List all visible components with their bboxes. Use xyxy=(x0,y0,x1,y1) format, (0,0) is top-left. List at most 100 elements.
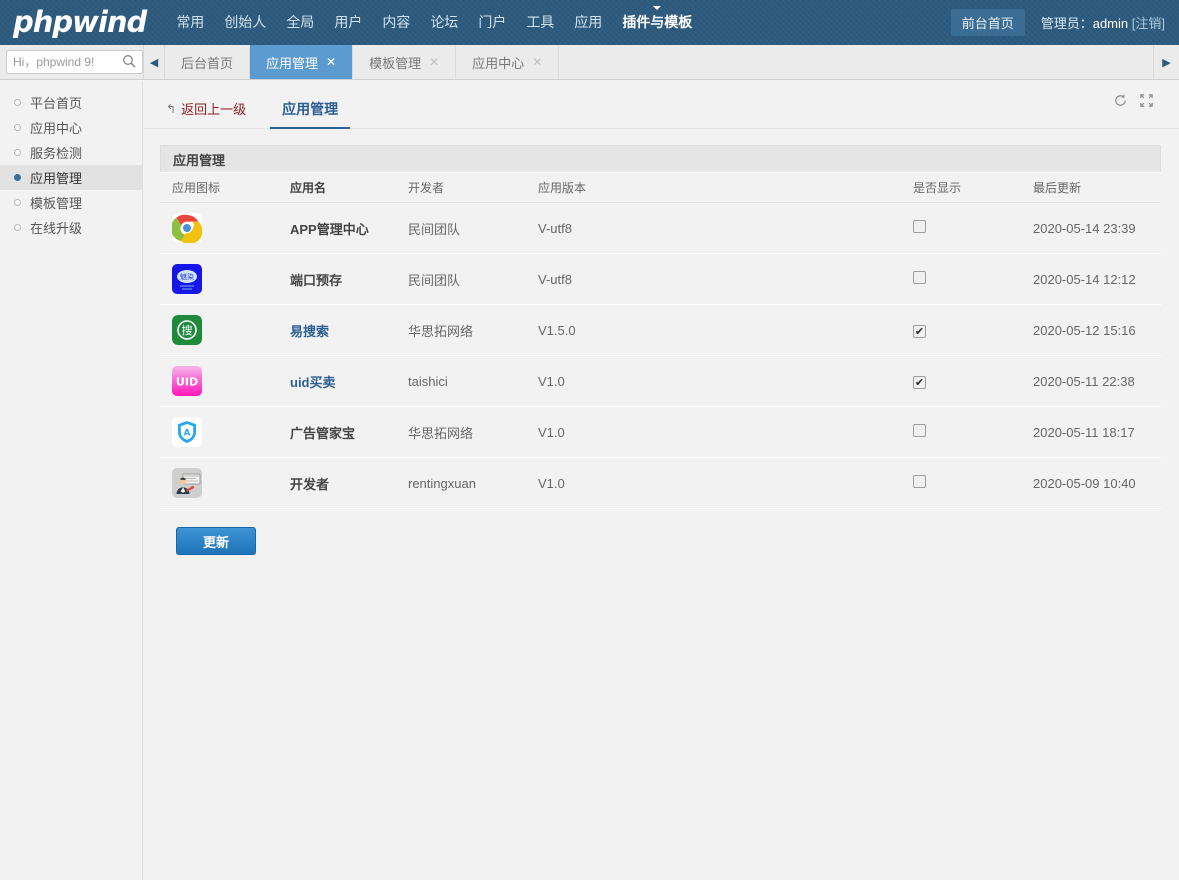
sidebar-item-label: 服务检测 xyxy=(30,146,83,161)
chevron-down-icon xyxy=(653,6,662,10)
triangle-left-icon: ◀ xyxy=(149,56,159,69)
nav-item-3[interactable]: 用户 xyxy=(324,0,372,45)
triangle-right-icon: ▶ xyxy=(1162,56,1171,69)
close-icon[interactable]: ✕ xyxy=(429,55,439,69)
nav-item-5[interactable]: 论坛 xyxy=(420,0,468,45)
table-row: A 广告管家宝 华思拓网络 V1.0 2020-05-11 18:17 xyxy=(160,406,1161,458)
sidebar-item-2[interactable]: 服务检测 xyxy=(0,140,142,165)
column-header-3: 应用版本 xyxy=(526,172,901,203)
app-management-panel: 应用管理 应用图标 应用名 开发者 应用版本 是否显示 最后更新 APP管理中心 民间团队 V… xyxy=(160,145,1161,555)
main-menu: 常用 创始人 全局 用户 内容 论坛 门户 工具 应用 插件与模板 xyxy=(166,0,702,45)
back-link-label: 返回上一级 xyxy=(181,102,247,117)
admin-username: admin xyxy=(1092,16,1129,31)
cell-developer: rentingxuan xyxy=(396,457,526,509)
cell-last-updated: 2020-05-14 23:39 xyxy=(1021,202,1161,254)
search-input[interactable] xyxy=(13,55,122,69)
search-box[interactable] xyxy=(6,50,143,74)
nav-item-0[interactable]: 常用 xyxy=(166,0,214,45)
tab-2[interactable]: 模板管理 ✕ xyxy=(353,45,457,79)
fullscreen-button[interactable] xyxy=(1133,91,1159,113)
table-row: APP管理中心 民间团队 V-utf8 2020-05-14 23:39 xyxy=(160,202,1161,254)
show-checkbox[interactable] xyxy=(913,424,926,437)
tabs-scroll-left-button[interactable]: ◀ xyxy=(143,45,165,79)
nav-item-1[interactable]: 创始人 xyxy=(214,0,276,45)
nav-item-6[interactable]: 门户 xyxy=(468,0,516,45)
show-checkbox[interactable]: ✔ xyxy=(913,375,926,389)
table-header-row: 应用图标 应用名 开发者 应用版本 是否显示 最后更新 xyxy=(160,172,1161,203)
cell-app-name[interactable]: uid买卖 xyxy=(278,355,396,407)
svg-text:魅染: 魅染 xyxy=(180,272,194,281)
nav-item-label: 工具 xyxy=(526,14,555,30)
show-checkbox[interactable] xyxy=(913,475,926,488)
bullet-icon xyxy=(14,174,21,181)
nav-item-4[interactable]: 内容 xyxy=(372,0,420,45)
tabs-scroll-right-button[interactable]: ▶ xyxy=(1153,45,1179,79)
cell-app-name: APP管理中心 xyxy=(278,202,396,254)
tab-label: 应用中心 xyxy=(472,55,525,71)
cell-last-updated: 2020-05-12 15:16 xyxy=(1021,304,1161,356)
cell-is-shown: ✔ xyxy=(901,355,1021,407)
cell-app-icon xyxy=(160,202,278,254)
app-table: 应用图标 应用名 开发者 应用版本 是否显示 最后更新 APP管理中心 民间团队 V-utf8… xyxy=(160,172,1161,509)
tab-app-management[interactable]: 应用管理 xyxy=(270,99,351,129)
sidebar-item-0[interactable]: 平台首页 xyxy=(0,90,142,115)
top-navigation-bar: phpwind 常用 创始人 全局 用户 内容 论坛 门户 工具 应用 插件与模板 前台首页 管理… xyxy=(0,0,1179,45)
uid-app-icon: UID xyxy=(172,366,202,396)
nav-item-7[interactable]: 工具 xyxy=(516,0,564,45)
sidebar-item-4[interactable]: 模板管理 xyxy=(0,190,142,215)
cell-app-name[interactable]: 易搜索 xyxy=(278,304,396,356)
cell-app-icon: 搜 xyxy=(160,304,278,356)
close-icon[interactable]: ✕ xyxy=(326,55,336,69)
close-icon[interactable]: ✕ xyxy=(532,55,542,69)
cell-is-shown: ✔ xyxy=(901,304,1021,356)
phpwind-logo[interactable]: phpwind xyxy=(13,0,147,45)
nav-item-label: 应用 xyxy=(574,14,603,30)
sidebar: 平台首页应用中心服务检测应用管理模板管理 在线升级 xyxy=(0,81,143,880)
cell-version: V1.0 xyxy=(526,355,901,407)
search-icon[interactable] xyxy=(122,54,136,71)
cell-app-icon: UID xyxy=(160,355,278,407)
sidebar-item-5[interactable]: 在线升级 xyxy=(0,215,142,240)
tab-1[interactable]: 应用管理 ✕ xyxy=(250,45,354,79)
show-checkbox[interactable] xyxy=(913,220,926,233)
cell-is-shown xyxy=(901,253,1021,305)
tab-bar: ◀ 后台首页 应用管理 ✕ 模板管理 ✕ 应用中心 ✕ ▶ xyxy=(0,45,1179,80)
cell-app-icon: A xyxy=(160,406,278,458)
cell-last-updated: 2020-05-09 10:40 xyxy=(1021,457,1161,509)
cell-app-icon xyxy=(160,457,278,509)
content-header: ↰ 返回上一级 应用管理 xyxy=(144,81,1179,129)
refresh-icon xyxy=(1113,93,1128,111)
sidebar-item-label: 应用管理 xyxy=(30,171,83,186)
table-row: 开发者 rentingxuan V1.0 2020-05-09 10:40 xyxy=(160,457,1161,509)
sidebar-item-3[interactable]: 应用管理 xyxy=(0,165,142,190)
sidebar-item-1[interactable]: 应用中心 xyxy=(0,115,142,140)
tab-3[interactable]: 应用中心 ✕ xyxy=(456,45,560,79)
nav-item-label: 用户 xyxy=(334,14,363,30)
back-arrow-icon: ↰ xyxy=(166,101,177,116)
show-checkbox[interactable]: ✔ xyxy=(913,324,926,338)
back-to-parent-link[interactable]: ↰ 返回上一级 xyxy=(166,99,246,128)
show-checkbox[interactable] xyxy=(913,271,926,284)
logout-link[interactable]: [注销] xyxy=(1132,16,1165,31)
tab-label: 后台首页 xyxy=(181,55,234,71)
table-row: UID uid买卖 taishici V1.0 ✔ 2020-05-11 22:38 xyxy=(160,355,1161,407)
cell-is-shown xyxy=(901,406,1021,458)
svg-text:A: A xyxy=(184,429,191,439)
shield-app-icon: A xyxy=(172,417,202,447)
nav-item-label: 门户 xyxy=(478,14,507,30)
sidebar-item-label: 应用中心 xyxy=(30,121,83,136)
nav-item-label: 插件与模板 xyxy=(622,14,693,30)
cell-app-name: 广告管家宝 xyxy=(278,406,396,458)
cell-version: V1.5.0 xyxy=(526,304,901,356)
update-button[interactable]: 更新 xyxy=(176,527,256,555)
nav-item-2[interactable]: 全局 xyxy=(276,0,324,45)
nav-item-8[interactable]: 应用 xyxy=(564,0,612,45)
nav-item-label: 内容 xyxy=(382,14,411,30)
refresh-button[interactable] xyxy=(1107,91,1133,113)
cell-last-updated: 2020-05-11 22:38 xyxy=(1021,355,1161,407)
tab-0[interactable]: 后台首页 xyxy=(165,45,251,79)
panel-title: 应用管理 xyxy=(160,145,1161,172)
cell-last-updated: 2020-05-11 18:17 xyxy=(1021,406,1161,458)
front-home-button[interactable]: 前台首页 xyxy=(950,9,1025,36)
nav-item-9[interactable]: 插件与模板 xyxy=(612,0,702,45)
